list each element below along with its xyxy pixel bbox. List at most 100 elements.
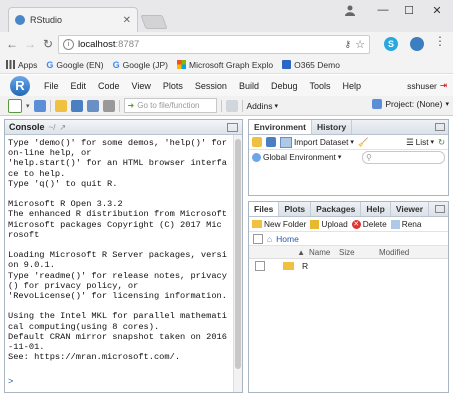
save-all-icon[interactable] [86,99,99,112]
signout-icon[interactable]: ⇥ [440,80,447,91]
chevron-down-icon: ▾ [274,102,279,110]
goto-arrow-icon: ➜ [127,101,135,110]
menu-code[interactable]: Code [92,81,126,91]
home-icon[interactable]: ⌂ [267,234,272,244]
open-file-icon[interactable] [54,99,67,112]
bookmarks-bar: Apps G Google (EN) G Google (JP) Microso… [0,56,453,74]
chevron-down-icon: ▾ [430,139,435,146]
menu-help[interactable]: Help [337,81,368,91]
save-icon[interactable] [70,99,83,112]
console-pane[interactable]: Console ~/ ↗ Type 'demo()' for some demo… [4,119,243,393]
extension-icon[interactable] [410,37,424,51]
new-tab-button[interactable] [140,15,168,29]
rename-label: Rena [401,219,422,229]
bookmark-label: Google (JP) [122,59,169,70]
column-size[interactable]: Size [339,248,379,257]
select-all-checkbox[interactable] [253,233,263,244]
list-view-button[interactable]: ☰ List ▾ [406,137,434,147]
broom-icon[interactable]: 🧹 [358,137,368,148]
console-line: Type 'q()' to quit R. [8,178,118,189]
load-workspace-icon[interactable] [252,137,262,147]
tab-history[interactable]: History [312,120,353,134]
skype-extension-icon[interactable]: S [384,37,398,51]
addins-button[interactable]: Addins ▾ [247,101,279,111]
bookmark-star-icon[interactable]: ☆ [355,38,365,51]
toolbar-separator [220,99,222,112]
bookmark-apps[interactable]: Apps [6,60,37,70]
console-prompt[interactable]: > [8,377,13,387]
minimize-pane-icon[interactable] [435,123,445,131]
menu-plots[interactable]: Plots [157,81,189,91]
window-close-icon[interactable]: ✕ [426,2,448,18]
list-icon: ☰ [406,137,414,147]
scrollbar-thumb[interactable] [235,139,241,369]
menu-file[interactable]: File [38,81,65,91]
tab-help[interactable]: Help [361,202,391,216]
console-line: Using the Intel MKL for parallel mathema… [8,311,227,322]
import-dataset-button[interactable]: Import Dataset ▾ [280,136,354,148]
key-icon[interactable]: ⚷ [345,39,352,50]
minimize-icon[interactable]: — [372,2,394,18]
goto-file-input[interactable]: ➜ Go to file/function [123,98,217,113]
console-output: Type 'demo()' for some demos, 'help()' f… [5,135,242,362]
back-arrow-icon[interactable]: ← [3,35,21,53]
new-file-dropdown-icon[interactable]: ▾ [26,102,30,110]
bookmark-graph-explorer[interactable]: Microsoft Graph Explo [177,60,273,70]
maximize-icon[interactable]: ☐ [398,2,420,18]
user-menu[interactable]: sshuser ⇥ [407,80,447,91]
rstudio-toolbar: ▾ ➜ Go to file/function Addins ▾ Project… [0,96,453,116]
menu-debug[interactable]: Debug [265,81,304,91]
tab-viewer[interactable]: Viewer [391,202,430,216]
reload-icon[interactable]: ↻ [39,35,57,53]
tab-plots[interactable]: Plots [279,202,312,216]
environment-scope-dropdown[interactable]: Global Environment ▾ [252,152,341,162]
file-checkbox[interactable] [255,260,265,271]
grid-layout-icon[interactable] [225,99,238,112]
browser-tab[interactable]: RStudio ✕ [8,7,138,32]
chevron-down-icon: ▾ [350,139,354,146]
new-folder-button[interactable]: New Folder [252,219,306,229]
upload-label: Upload [321,219,348,229]
list-label: List [415,137,429,147]
project-menu[interactable]: Project: (None) ▾ [372,99,449,109]
tab-environment[interactable]: Environment [249,120,312,134]
chrome-menu-icon[interactable]: ⋮ [434,34,446,48]
bookmark-google-jp[interactable]: G Google (JP) [113,60,168,70]
rename-button[interactable]: Rena [390,219,422,229]
list-item[interactable]: R [249,259,448,272]
url-host: localhost [78,39,116,50]
menu-view[interactable]: View [126,81,157,91]
console-scrollbar[interactable] [233,135,242,392]
refresh-icon[interactable]: ↻ [438,137,445,147]
tab-packages[interactable]: Packages [311,202,362,216]
upload-button[interactable]: Upload [310,219,348,229]
google-icon: G [46,59,54,70]
menu-session[interactable]: Session [189,81,233,91]
menu-edit[interactable]: Edit [65,81,93,91]
new-file-icon[interactable] [8,98,22,113]
tab-close-icon[interactable]: ✕ [123,15,131,26]
bookmark-google-en[interactable]: G Google (EN) [46,60,103,70]
save-workspace-icon[interactable] [266,137,276,147]
file-name[interactable]: R [302,261,308,271]
column-name[interactable]: Name [309,248,339,257]
breadcrumb-home[interactable]: Home [276,234,299,244]
maximize-pane-icon[interactable] [227,122,238,132]
files-toolbar: New Folder Upload ✕ Delete Rena [249,217,448,232]
minimize-pane-icon[interactable] [435,205,445,213]
new-project-icon[interactable] [33,99,46,112]
console-goto-icon[interactable]: ↗ [59,123,66,132]
address-bar[interactable]: i localhost:8787 ⚷ ☆ [58,35,370,54]
bookmark-o365-demo[interactable]: O365 Demo [282,60,340,70]
environment-search-input[interactable]: ⚲ [362,150,445,164]
info-icon[interactable]: i [63,39,74,50]
tab-files[interactable]: Files [249,202,280,216]
sort-up-icon[interactable]: ▲ [249,248,309,257]
forward-arrow-icon[interactable]: → [21,35,39,53]
menu-build[interactable]: Build [233,81,265,91]
column-modified[interactable]: Modified [379,248,409,257]
menu-tools[interactable]: Tools [304,81,337,91]
user-profile-icon[interactable] [339,2,361,18]
print-icon[interactable] [102,99,115,112]
delete-button[interactable]: ✕ Delete [351,219,387,229]
